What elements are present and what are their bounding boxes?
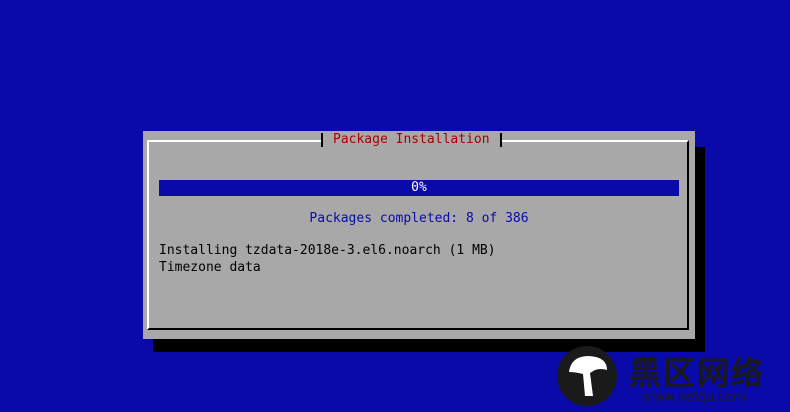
packages-completed: Packages completed: 8 of 386 — [309, 211, 529, 226]
package-summary: Timezone data — [159, 260, 261, 275]
watermark-url: www.heiqu.com — [643, 390, 747, 405]
watermark-text: 黑区网络 — [629, 354, 766, 392]
package-installation-dialog: Package Installation 0% Packages complet… — [143, 131, 695, 339]
installer-screen: { "dialog": { "title": "Package Installa… — [0, 0, 790, 412]
progress-label: 0% — [411, 180, 427, 195]
dialog-frame — [147, 140, 689, 330]
dialog-title: Package Installation — [321, 131, 502, 149]
progress-bar: 0% — [159, 180, 679, 196]
watermark: 黑区网络 www.heiqu.com — [557, 346, 790, 412]
current-package: Installing tzdata-2018e-3.el6.noarch (1 … — [159, 243, 496, 258]
mushroom-logo-icon — [557, 346, 617, 406]
